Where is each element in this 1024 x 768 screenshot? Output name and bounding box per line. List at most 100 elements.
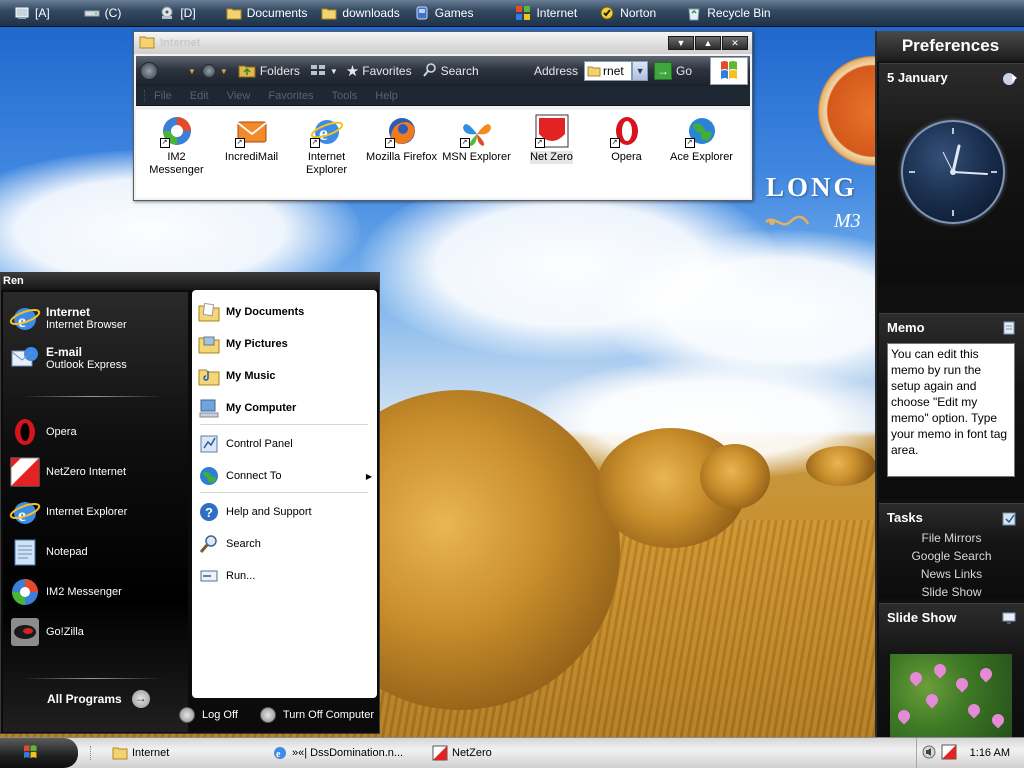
window-titlebar[interactable]: Internet ▼ ▲ ✕ [134,32,752,54]
control-panel-item[interactable]: Control Panel [198,432,372,456]
shortcut-internet-explorer[interactable]: e ↗ Internet Explorer [289,110,364,198]
topbar-item-internet[interactable]: Internet [515,0,577,27]
topbar-item-a-drive[interactable]: [A] [14,0,50,27]
log-off-button[interactable]: Log Off [179,707,238,723]
run-icon [198,565,220,587]
places-my-documents[interactable]: My Documents [198,300,372,324]
search-icon [422,62,438,81]
start-button[interactable] [0,738,78,768]
recent-item-netzero[interactable]: NetZero Internet [9,454,185,490]
recent-item-notepad[interactable]: Notepad [9,534,185,570]
address-bar: Address rnet ▼ → Go [534,60,692,82]
shortcut-msn-explorer[interactable]: ↗ MSN Explorer [439,110,514,198]
memo-edit-icon[interactable] [1002,321,1016,335]
tasks-gadget: Tasks File Mirrors Google Search News Li… [879,503,1024,599]
memo-text[interactable]: You can edit this memo by run the setup … [887,343,1015,477]
recent-item-opera[interactable]: Opera [9,414,185,450]
shortcut-net-zero[interactable]: ↗ Net Zero [514,110,589,198]
turn-off-label: Turn Off Computer [282,709,374,721]
menu-separator [200,424,368,425]
places-my-music[interactable]: My Music [198,364,372,388]
close-button[interactable]: ✕ [722,36,748,50]
menu-edit[interactable]: Edit [190,90,209,102]
maximize-button[interactable]: ▲ [695,36,721,50]
start-menu: Ren e Internet Internet Browser E-mail Out… [0,272,380,734]
recent-item-gozilla[interactable]: Go!Zilla [9,614,185,650]
topbar-item-label: Recycle Bin [707,6,771,20]
topbar-item-label: Games [434,6,474,20]
control-panel-icon [198,433,220,455]
run-item[interactable]: Run... [198,564,372,588]
go-button[interactable]: → Go [654,62,692,80]
floppy-drive-icon [14,5,30,21]
topbar-item-recycle-bin[interactable]: Recycle Bin [686,0,771,27]
shortcut-label: Opera [611,151,642,163]
favorites-button[interactable]: ★ Favorites [346,56,412,86]
connect-to-item[interactable]: Connect To ▶ [198,464,372,488]
globe-settings-icon[interactable] [1002,71,1017,85]
back-button[interactable]: ▼ [140,56,202,86]
flower-petal [965,701,983,719]
topbar-item-label: Internet [536,6,578,20]
connect-to-label: Connect To [226,470,282,482]
topbar-item-documents[interactable]: Documents [226,0,307,27]
topbar-item-label: (C) [104,6,122,20]
im2-messenger-icon: ↗ [159,114,194,148]
task-link-file-mirrors[interactable]: File Mirrors [879,529,1024,547]
shortcut-opera[interactable]: ↗ Opera [589,110,664,198]
menu-file[interactable]: File [154,90,172,102]
menu-tools[interactable]: Tools [332,90,358,102]
pinned-item-internet[interactable]: e Internet Internet Browser [9,300,185,336]
forward-button[interactable]: ▼ [201,56,234,86]
task-link-google-search[interactable]: Google Search [879,547,1024,565]
task-link-slide-show[interactable]: Slide Show [879,583,1024,601]
slideshow-icon[interactable] [1002,611,1016,625]
turn-off-button[interactable]: Turn Off Computer [259,707,374,723]
tasks-icon[interactable] [1002,511,1016,526]
clock-time[interactable]: 1:16 AM [970,747,1010,759]
folders-button[interactable]: Folders [260,56,300,86]
shortcut-mozilla-firefox[interactable]: ↗ Mozilla Firefox [364,110,439,198]
topbar-item-c-drive[interactable]: (C) [84,0,122,27]
help-support-item[interactable]: ? Help and Support [198,500,372,524]
task-link-news-links[interactable]: News Links [879,565,1024,583]
volume-icon[interactable] [921,744,937,763]
help-support-label: Help and Support [226,506,312,518]
window-toolbar: ▼ ▼ Folders ▼ ★ Favorites Search Address [136,56,750,86]
control-panel-label: Control Panel [226,438,293,450]
places-my-computer[interactable]: My Computer [198,396,372,420]
address-input[interactable]: rnet [584,61,633,81]
pinned-item-email[interactable]: E-mail Outlook Express [9,340,185,376]
menu-help[interactable]: Help [375,90,398,102]
task-label: Internet [132,747,170,759]
menu-favorites[interactable]: Favorites [268,90,313,102]
topbar-item-games[interactable]: Games [414,0,474,27]
search-item[interactable]: Search [198,532,372,556]
task-netzero[interactable]: NetZero [428,741,492,765]
address-dropdown-button[interactable]: ▼ [632,61,649,81]
task-label: NetZero [452,747,492,759]
minimize-button[interactable]: ▼ [668,36,694,50]
shortcut-ace-explorer[interactable]: ↗ Ace Explorer [664,110,739,198]
task-internet-folder[interactable]: Internet [108,741,169,765]
all-programs-button[interactable]: All Programs → [47,690,150,708]
start-menu-right-pane: My Documents My Pictures My Music My Com… [192,290,377,698]
recent-item-internet-explorer[interactable]: e Internet Explorer [9,494,185,530]
task-dssdomination[interactable]: e »«| DssDomination.n... [268,741,403,765]
shortcut-incredimail[interactable]: ↗ IncrediMail [214,110,289,198]
places-label: My Music [226,370,276,382]
menu-view[interactable]: View [227,90,251,102]
search-button[interactable]: Search [422,56,479,86]
topbar-item-downloads[interactable]: downloads [321,0,400,27]
netzero-tray-icon[interactable] [941,744,957,763]
views-button[interactable]: ▼ [310,56,338,86]
topbar-item-d-drive[interactable]: [D] [159,0,196,27]
shortcut-im2-messenger[interactable]: ↗ IM2 Messenger [139,110,214,198]
up-folder-button[interactable] [238,56,256,86]
slideshow-image[interactable] [890,654,1012,739]
topbar-item-norton[interactable]: Norton [599,0,656,27]
task-label: »«| DssDomination.n... [292,747,404,759]
recent-item-im2-messenger[interactable]: IM2 Messenger [9,574,185,610]
shortcut-label: IncrediMail [224,151,279,163]
places-my-pictures[interactable]: My Pictures [198,332,372,356]
